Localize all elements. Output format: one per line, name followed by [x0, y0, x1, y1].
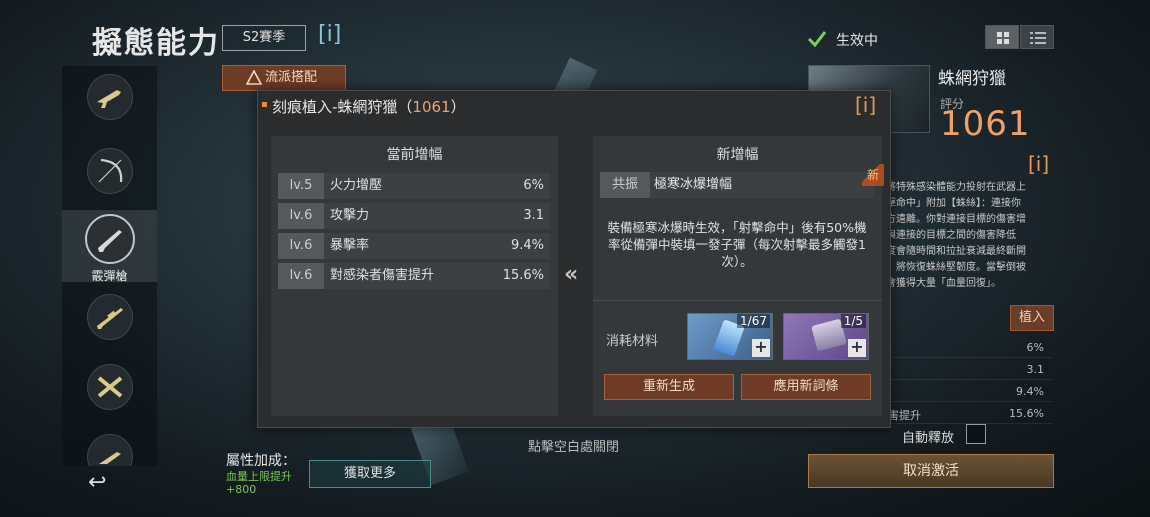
grid-icon [997, 32, 1009, 44]
materials-label: 消耗材料 [606, 334, 659, 349]
regenerate-button[interactable]: 重新生成 [604, 374, 734, 400]
sniper-rifle-icon [97, 308, 123, 329]
close-hint[interactable]: 點擊空白處關閉 [528, 436, 619, 455]
bow-icon [98, 158, 123, 183]
season-selector[interactable]: S2賽季 [222, 25, 306, 51]
attribute-value: 血量上限提升 +800 [226, 470, 292, 496]
cancel-activation-button[interactable]: 取消激活 [808, 454, 1054, 488]
flow-combo-button[interactable]: 流派搭配 [222, 65, 346, 91]
stat-row: 害提升 15.6% [886, 404, 1052, 424]
weapon-rail: 霰彈槍 [62, 66, 157, 466]
boost-row: lv.6 對感染者傷害提升 15.6% [278, 263, 550, 289]
info-icon[interactable]: [i] [318, 22, 341, 47]
info-icon[interactable]: [i] [1028, 152, 1049, 176]
stat-row: 3.1 [886, 360, 1052, 380]
check-icon [807, 31, 827, 48]
attribute-title: 屬性加成： [226, 453, 296, 469]
score-value: 1061 [940, 104, 1031, 144]
weapon-slot-bow[interactable] [62, 142, 157, 208]
skill-name: 蛛網狩獵 [938, 69, 1006, 89]
material-slot[interactable]: 1/5 + [783, 313, 869, 360]
plus-icon[interactable]: + [752, 339, 770, 357]
material-count: 1/67 [737, 314, 770, 328]
new-boost-name: 極寒冰爆增幅 [654, 177, 733, 192]
material-slot[interactable]: 1/67 + [687, 313, 773, 360]
page-title: 擬態能力 [92, 26, 220, 61]
auto-release-label: 自動釋放 [902, 431, 955, 446]
new-badge: 新 [862, 164, 884, 186]
auto-release-checkbox[interactable] [966, 424, 986, 444]
skill-description: 將特殊感染體能力投射在武器上 擊命中」附加【蛛絲】：連接你 方遠離。你對連接目標… [886, 182, 1026, 289]
info-icon[interactable]: [i] [855, 93, 876, 117]
weapon-slot-smg[interactable] [62, 428, 157, 466]
stat-row: 6% [886, 338, 1052, 358]
weapon-slot-shotgun[interactable]: 霰彈槍 [62, 210, 157, 283]
dialog-title: 刻痕植入-蛛網狩獵（1061） [272, 98, 466, 116]
weapon-slot-assault-rifle[interactable] [62, 68, 157, 134]
new-boost-title: 新增幅 [716, 147, 759, 163]
plus-icon[interactable]: + [848, 339, 866, 357]
smg-icon [99, 452, 121, 464]
shotgun-icon [98, 230, 122, 252]
weapon-slot-dual-pistols[interactable] [62, 358, 157, 424]
weapon-slot-sniper[interactable] [62, 288, 157, 354]
dual-pistols-icon [97, 376, 123, 398]
list-icon [1030, 32, 1046, 44]
material-count: 1/5 [840, 314, 866, 328]
current-boost-title: 當前增幅 [386, 147, 443, 163]
boost-row: lv.6 暴擊率 9.4% [278, 233, 550, 259]
grid-view-button[interactable] [985, 25, 1019, 49]
resonance-tag: 共振 [600, 172, 650, 198]
title-bullet [262, 102, 267, 107]
active-status: 生效中 [836, 33, 878, 49]
assault-rifle-icon [97, 90, 121, 108]
back-icon[interactable]: ↩ [88, 470, 106, 495]
implant-button[interactable]: 植入 [1010, 305, 1054, 331]
weapon-label: 霰彈槍 [91, 269, 128, 283]
apply-new-entry-button[interactable]: 應用新詞條 [741, 374, 871, 400]
triangle-icon [246, 70, 262, 85]
divider [593, 300, 882, 301]
double-chevron-left-icon: « [564, 262, 579, 287]
get-more-button[interactable]: 獲取更多 [309, 460, 431, 488]
boost-row: lv.6 攻擊力 3.1 [278, 203, 550, 229]
stat-row: 9.4% [886, 382, 1052, 402]
new-boost-description: 裝備極寒冰爆時生效，「射擊命中」後有50%機率從備彈中裝填一發子彈（每次射擊最多… [607, 220, 867, 269]
list-view-button[interactable] [1020, 25, 1054, 49]
boost-row: lv.5 火力增壓 6% [278, 173, 550, 199]
